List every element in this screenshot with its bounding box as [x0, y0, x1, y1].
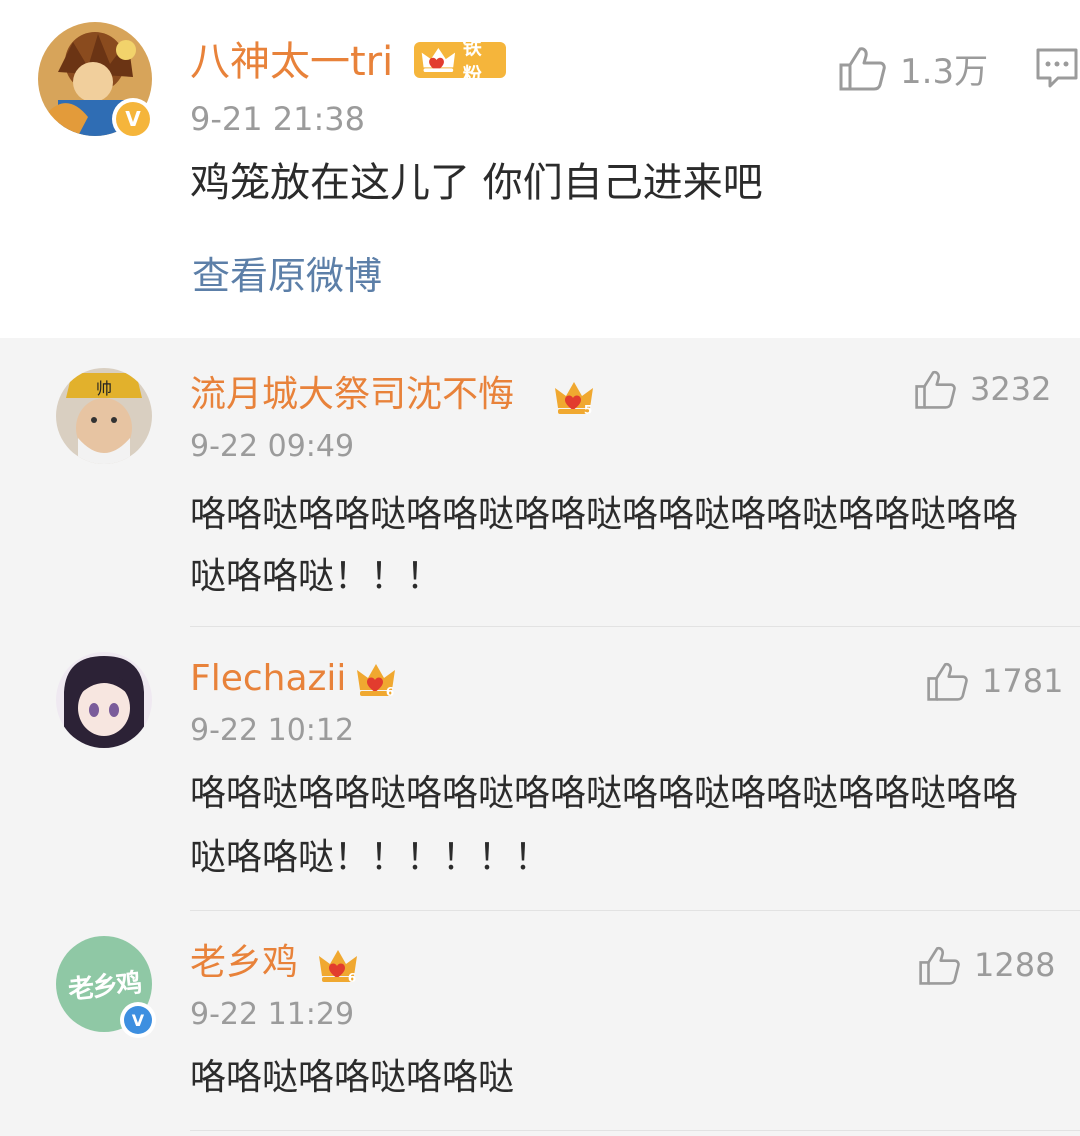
crown-level: 6	[386, 685, 394, 699]
divider	[190, 1130, 1080, 1131]
comment-username[interactable]: 老乡鸡	[190, 940, 298, 986]
verified-badge-icon: V	[120, 1002, 156, 1038]
post-username[interactable]: 八神太一tri	[190, 38, 393, 86]
comment-username[interactable]: Flechazii	[190, 656, 346, 702]
post-like-count: 1.3万	[900, 51, 989, 92]
comment-text: 咯咯哒咯咯哒咯咯哒咯咯哒咯咯哒咯咯哒咯咯哒咯咯 哒咯咯哒！！！	[190, 484, 1018, 608]
verified-badge-icon: V	[112, 98, 154, 140]
fan-badge: 铁粉	[414, 37, 506, 86]
thumbs-up-icon	[839, 47, 886, 91]
thumbs-up-icon	[915, 370, 956, 409]
comment-username[interactable]: 流月城大祭司沈不悔	[190, 372, 514, 418]
comment-like-count: 1288	[974, 946, 1056, 984]
thumbs-up-icon	[919, 946, 960, 985]
comment-like-button[interactable]: 1781	[926, 658, 1063, 704]
crown-icon: 6	[357, 664, 395, 699]
fan-badge-label: 铁粉	[462, 37, 482, 86]
avatar-label: 老乡鸡	[66, 967, 142, 1006]
divider	[190, 910, 1080, 911]
crown-icon	[421, 47, 456, 73]
comment-like-count: 1781	[982, 662, 1064, 700]
avatar-image: 帅	[56, 368, 152, 464]
comment-text-line: 哒咯咯哒！！！	[190, 556, 443, 597]
comment-text-line: 咯咯哒咯咯哒咯咯哒咯咯哒咯咯哒咯咯哒咯咯哒咯咯	[190, 773, 1019, 814]
comment-text-line: 哒咯咯哒！！！！！！	[190, 837, 551, 878]
comment-timestamp: 9-22 09:49	[190, 429, 355, 464]
comment-text: 咯咯哒咯咯哒咯咯哒咯咯哒咯咯哒咯咯哒咯咯哒咯咯 哒咯咯哒！！！！！！	[190, 762, 1018, 890]
comment-like-button[interactable]: 3232	[914, 366, 1051, 412]
thumbs-up-icon	[927, 662, 968, 701]
post-timestamp: 9-21 21:38	[190, 100, 366, 138]
avatar-image	[56, 652, 152, 748]
comment-icon[interactable]	[1034, 46, 1080, 92]
comment-timestamp: 9-22 11:29	[190, 997, 355, 1032]
comment-like-button[interactable]: 1288	[918, 942, 1055, 988]
crown-icon: 5	[555, 382, 593, 417]
avatar[interactable]	[56, 652, 152, 748]
comment-like-count: 3232	[970, 370, 1052, 408]
post-text: 鸡笼放在这儿了 你们自己进来吧	[190, 160, 763, 206]
comment-text-line: 咯咯哒咯咯哒咯咯哒咯咯哒咯咯哒咯咯哒咯咯哒咯咯	[190, 494, 1019, 535]
comment-icon-svg	[1036, 48, 1078, 88]
comment-timestamp: 9-22 10:12	[190, 713, 355, 748]
comment-text: 咯咯哒咯咯哒咯咯哒	[190, 1057, 515, 1098]
post-like-button[interactable]: 1.3万	[838, 44, 988, 92]
crown-icon: 6	[319, 950, 357, 985]
divider	[190, 626, 1080, 627]
crown-level: 6	[348, 971, 356, 985]
svg-text:帅: 帅	[96, 379, 112, 398]
avatar[interactable]: 帅	[56, 368, 152, 464]
view-original-link[interactable]: 查看原微博	[192, 252, 382, 300]
crown-level: 5	[584, 403, 592, 417]
